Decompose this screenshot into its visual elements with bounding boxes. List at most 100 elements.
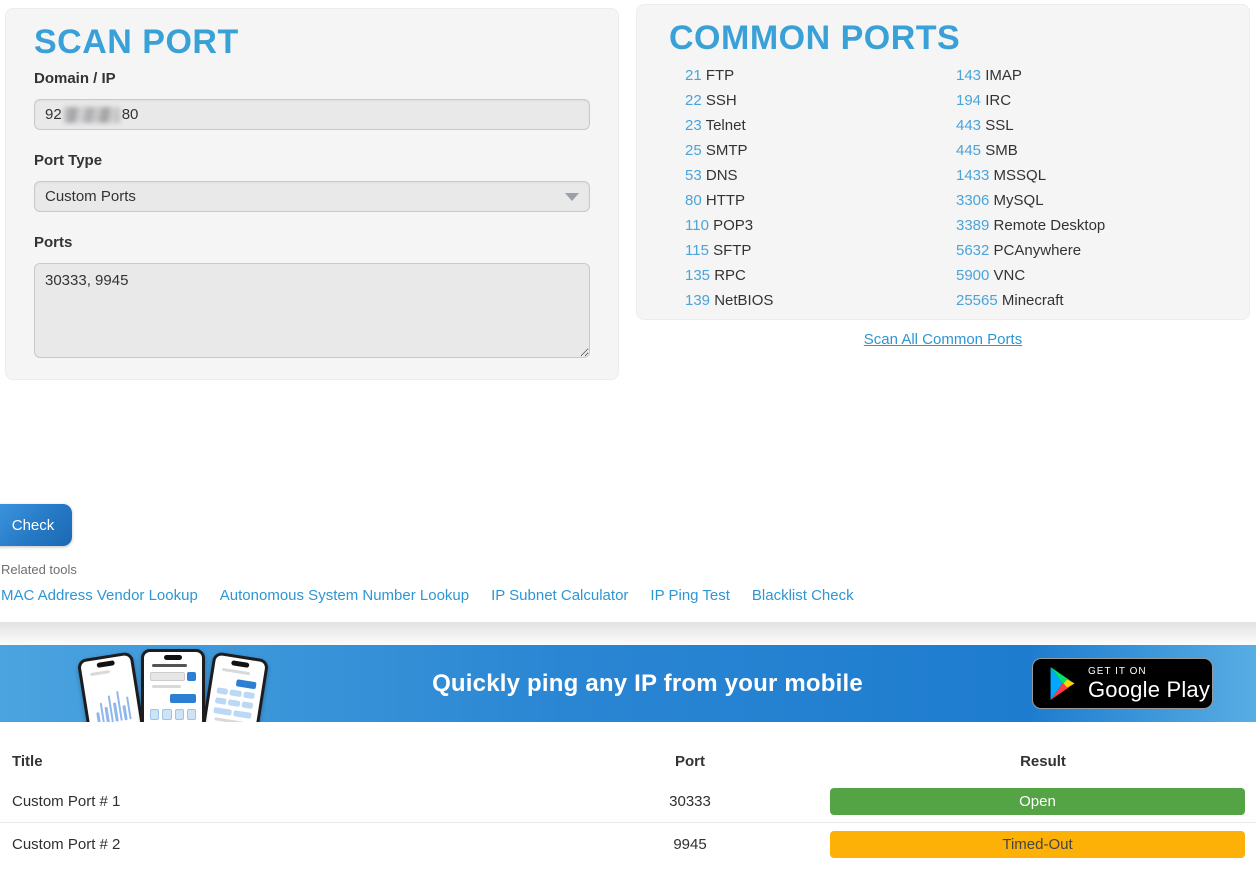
table-row: Custom Port # 2 9945 Timed-Out [0, 822, 1256, 865]
port-number-link[interactable]: 1433 [956, 167, 989, 184]
common-port-item: 22 SSH [685, 88, 956, 113]
mini-button [170, 694, 196, 703]
common-port-item: 110 POP3 [685, 213, 956, 238]
common-port-item: 135 RPC [685, 263, 956, 288]
mini-icons [150, 709, 196, 720]
port-number-link[interactable]: 21 [685, 67, 702, 84]
port-number-link[interactable]: 5632 [956, 242, 989, 259]
port-number-link[interactable]: 443 [956, 117, 981, 134]
port-number-link[interactable]: 5900 [956, 267, 989, 284]
related-tools-label: Related tools [1, 562, 77, 577]
port-number-link[interactable]: 3389 [956, 217, 989, 234]
common-port-item: 1433 MSSQL [956, 163, 1227, 188]
common-port-item: 80 HTTP [685, 188, 956, 213]
domain-ip-field[interactable]: 92 80 [34, 99, 590, 130]
domain-ip-label: Domain / IP [34, 70, 590, 87]
results-table-body: Custom Port # 1 30333 Open Custom Port #… [0, 780, 1256, 865]
port-service-name: Remote Desktop [994, 217, 1106, 234]
status-badge: Timed-Out [830, 831, 1245, 858]
blurred-ip-segment [64, 107, 120, 123]
common-port-item: 3306 MySQL [956, 188, 1227, 213]
port-service-name: PCAnywhere [994, 242, 1082, 259]
phone-mockup-right [197, 651, 270, 722]
google-play-badge[interactable]: GET IT ON Google Play [1032, 658, 1213, 709]
common-ports-list: 21 FTP 22 SSH 23 Telnet 25 [669, 63, 1217, 313]
row-port: 30333 [550, 793, 830, 810]
mobile-app-banner: Quickly ping any IP from your mobile GET… [0, 645, 1256, 722]
port-service-name: FTP [706, 67, 734, 84]
header-title: Title [0, 753, 550, 770]
port-service-name: IRC [985, 92, 1011, 109]
common-port-item: 5900 VNC [956, 263, 1227, 288]
port-service-name: HTTP [706, 192, 745, 209]
common-port-item: 445 SMB [956, 138, 1227, 163]
status-badge: Open [830, 788, 1245, 815]
related-tool-link[interactable]: IP Subnet Calculator [491, 587, 628, 604]
port-number-link[interactable]: 115 [685, 242, 709, 259]
port-number-link[interactable]: 143 [956, 67, 981, 84]
port-service-name: DNS [706, 167, 738, 184]
scan-all-common-ports-link[interactable]: Scan All Common Ports [636, 331, 1250, 348]
common-port-item: 115 SFTP [685, 238, 956, 263]
port-number-link[interactable]: 25565 [956, 292, 998, 309]
common-port-item: 194 IRC [956, 88, 1227, 113]
common-port-item: 21 FTP [685, 63, 956, 88]
scan-results-table: Title Port Result Custom Port # 1 30333 … [0, 742, 1256, 865]
common-port-item: 23 Telnet [685, 113, 956, 138]
port-service-name: MySQL [994, 192, 1044, 209]
common-ports-column-1: 21 FTP 22 SSH 23 Telnet 25 [685, 63, 956, 313]
port-number-link[interactable]: 23 [685, 117, 702, 134]
row-title: Custom Port # 1 [0, 793, 550, 810]
common-port-item: 25565 Minecraft [956, 288, 1227, 313]
port-number-link[interactable]: 110 [685, 217, 709, 234]
port-type-select[interactable]: Custom Ports [34, 181, 590, 212]
domain-ip-value-start: 92 [45, 106, 62, 123]
related-tool-link[interactable]: Autonomous System Number Lookup [220, 587, 469, 604]
common-port-item: 139 NetBIOS [685, 288, 956, 313]
phone-notch [164, 655, 182, 660]
port-number-link[interactable]: 139 [685, 292, 710, 309]
ports-label: Ports [34, 234, 590, 251]
port-number-link[interactable]: 22 [685, 92, 702, 109]
row-port: 9945 [550, 836, 830, 853]
port-number-link[interactable]: 445 [956, 142, 981, 159]
common-port-item: 443 SSL [956, 113, 1227, 138]
port-service-name: NetBIOS [714, 292, 773, 309]
common-port-item: 53 DNS [685, 163, 956, 188]
scan-port-card: SCAN PORT Domain / IP 9280 Port Type Cus… [5, 8, 619, 380]
domain-ip-value-end: 80 [122, 106, 139, 123]
common-port-item: 3389 Remote Desktop [956, 213, 1227, 238]
results-table-header: Title Port Result [0, 742, 1256, 780]
google-play-icon [1048, 667, 1077, 700]
check-button[interactable]: Check [0, 504, 72, 546]
port-service-name: VNC [994, 267, 1026, 284]
mini-bar-chart [93, 690, 131, 722]
ports-textarea[interactable]: 30333, 9945 [34, 263, 590, 358]
common-ports-title: COMMON PORTS [669, 19, 1217, 57]
phone-notch [231, 660, 250, 668]
port-number-link[interactable]: 135 [685, 267, 710, 284]
related-tool-link[interactable]: MAC Address Vendor Lookup [1, 587, 198, 604]
related-tools-nav: MAC Address Vendor Lookup Autonomous Sys… [1, 587, 854, 604]
port-service-name: Minecraft [1002, 292, 1064, 309]
port-type-selected-value: Custom Ports [45, 188, 136, 205]
chevron-down-icon [565, 193, 579, 201]
table-row: Custom Port # 1 30333 Open [0, 780, 1256, 822]
port-number-link[interactable]: 53 [685, 167, 702, 184]
port-number-link[interactable]: 3306 [956, 192, 989, 209]
header-result: Result [830, 753, 1256, 770]
port-service-name: SSH [706, 92, 737, 109]
badge-google-play-text: Google Play [1088, 678, 1210, 702]
port-service-name: SFTP [713, 242, 751, 259]
phones-illustration [85, 645, 263, 722]
port-number-link[interactable]: 80 [685, 192, 702, 209]
section-divider [0, 622, 1256, 645]
phone-mockup-center [141, 649, 205, 722]
related-tool-link[interactable]: IP Ping Test [650, 587, 730, 604]
common-port-item: 5632 PCAnywhere [956, 238, 1227, 263]
port-service-name: RPC [714, 267, 746, 284]
related-tool-link[interactable]: Blacklist Check [752, 587, 854, 604]
port-number-link[interactable]: 25 [685, 142, 702, 159]
port-number-link[interactable]: 194 [956, 92, 981, 109]
banner-heading: Quickly ping any IP from your mobile [263, 670, 1032, 698]
